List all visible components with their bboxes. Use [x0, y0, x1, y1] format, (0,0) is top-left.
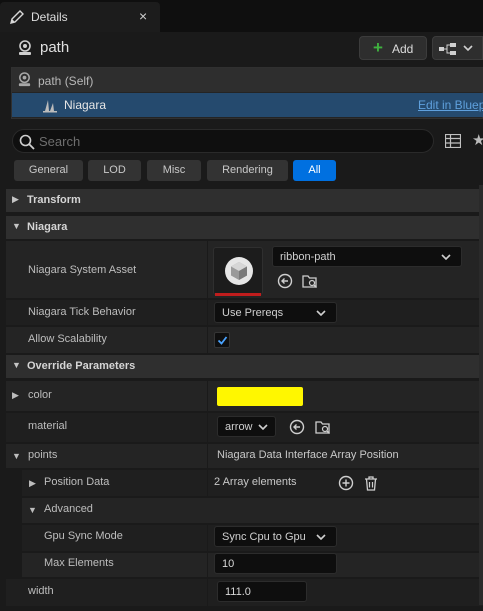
- search-icon: [19, 134, 35, 150]
- scrollbar[interactable]: [479, 185, 483, 605]
- tree-item-niagara-label: Niagara: [64, 98, 107, 112]
- column-divider: [207, 578, 208, 606]
- search-box[interactable]: [12, 129, 434, 153]
- system-asset-value: ribbon-path: [280, 251, 336, 263]
- gpu-sync-value: Sync Cpu to Gpu: [222, 531, 306, 543]
- system-asset-dropdown[interactable]: ribbon-path: [272, 246, 462, 267]
- trash-icon[interactable]: [363, 475, 379, 491]
- plus-icon: +: [373, 38, 383, 57]
- filter-misc[interactable]: Misc: [147, 160, 201, 181]
- close-icon[interactable]: ×: [139, 8, 147, 24]
- actor-icon: [18, 72, 31, 87]
- material-value: arrow: [225, 421, 253, 433]
- filter-rendering[interactable]: Rendering: [207, 160, 288, 181]
- search-input[interactable]: [39, 132, 419, 150]
- asset-thumbnail[interactable]: [213, 247, 263, 295]
- pencil-icon: [10, 10, 24, 24]
- filter-lod[interactable]: LOD: [88, 160, 141, 181]
- allow-scalability-label: Allow Scalability: [28, 333, 107, 345]
- section-niagara[interactable]: ▼ Niagara: [6, 215, 483, 239]
- checkmark-icon: [217, 336, 228, 345]
- width-value: 111.0: [225, 586, 251, 598]
- collapse-arrow-icon[interactable]: ▼: [12, 451, 21, 461]
- gpu-sync-dropdown[interactable]: Sync Cpu to Gpu: [214, 526, 337, 547]
- chevron-down-icon: [316, 534, 326, 540]
- collapse-arrow-icon[interactable]: ▼: [28, 505, 37, 515]
- advanced-label: Advanced: [44, 503, 93, 515]
- max-elements-input[interactable]: 10: [214, 553, 337, 574]
- column-divider: [207, 443, 208, 468]
- width-input[interactable]: 111.0: [217, 581, 307, 602]
- add-element-icon[interactable]: [338, 475, 354, 491]
- tick-behavior-dropdown[interactable]: Use Prereqs: [214, 302, 337, 323]
- tab-title: Details: [31, 10, 68, 24]
- blueprint-options-button[interactable]: [432, 36, 483, 60]
- material-dropdown[interactable]: arrow: [217, 416, 276, 437]
- section-transform[interactable]: ▶ Transform: [6, 188, 483, 212]
- actor-name: path: [40, 39, 70, 56]
- use-selected-asset-icon[interactable]: [277, 273, 293, 289]
- edit-in-blueprint-link[interactable]: Edit in Bluep: [418, 98, 483, 112]
- column-divider: [207, 380, 208, 411]
- section-override-parameters[interactable]: ▼ Override Parameters: [6, 354, 483, 378]
- details-tab[interactable]: Details ×: [0, 2, 160, 32]
- system-asset-label: Niagara System Asset: [28, 264, 137, 276]
- add-button-label: Add: [392, 42, 414, 56]
- column-divider: [207, 240, 208, 298]
- niagara-component-icon: [43, 100, 57, 113]
- position-data-value: 2 Array elements: [214, 476, 297, 488]
- color-label: color: [28, 389, 52, 401]
- add-component-button[interactable]: + Add: [359, 36, 427, 60]
- filter-all[interactable]: All: [293, 160, 336, 181]
- chevron-down-icon: [463, 45, 473, 52]
- collapse-arrow-icon: ▼: [12, 221, 21, 231]
- tick-behavior-label: Niagara Tick Behavior: [28, 306, 136, 318]
- column-divider: [207, 552, 208, 577]
- column-divider: [207, 412, 208, 442]
- use-selected-asset-icon[interactable]: [289, 419, 305, 435]
- tree-item-self-label: path (Self): [38, 74, 94, 88]
- section-override-label: Override Parameters: [27, 360, 136, 372]
- max-elements-value: 10: [222, 558, 235, 570]
- blueprint-options-icon: [439, 43, 456, 55]
- chevron-down-icon: [258, 424, 268, 430]
- allow-scalability-checkbox[interactable]: [214, 332, 230, 348]
- expand-arrow-icon[interactable]: ▶: [12, 390, 19, 401]
- column-divider: [207, 524, 208, 551]
- section-niagara-label: Niagara: [27, 221, 68, 233]
- browse-asset-icon[interactable]: [315, 419, 331, 435]
- column-divider: [207, 326, 208, 353]
- collapse-arrow-icon: ▼: [12, 360, 21, 370]
- material-label: material: [28, 420, 68, 432]
- tick-behavior-value: Use Prereqs: [222, 307, 284, 319]
- expand-arrow-icon[interactable]: ▶: [29, 478, 36, 489]
- filter-general[interactable]: General: [14, 160, 83, 181]
- browse-asset-icon[interactable]: [302, 273, 318, 289]
- expand-arrow-icon: ▶: [12, 194, 19, 204]
- points-label: points: [28, 449, 58, 461]
- width-label: width: [28, 585, 54, 597]
- column-divider: [207, 469, 208, 496]
- color-swatch[interactable]: [217, 387, 303, 406]
- asset-type-bar: [215, 293, 261, 296]
- section-transform-label: Transform: [27, 194, 81, 206]
- position-data-label: Position Data: [44, 476, 110, 488]
- table-view-icon[interactable]: [445, 134, 461, 148]
- max-elements-label: Max Elements: [44, 557, 114, 569]
- column-divider: [207, 299, 208, 325]
- points-value: Niagara Data Interface Array Position: [217, 449, 399, 461]
- chevron-down-icon: [441, 254, 451, 260]
- niagara-system-icon: [225, 257, 253, 285]
- actor-icon: [19, 40, 31, 55]
- gpu-sync-label: Gpu Sync Mode: [44, 530, 123, 542]
- chevron-down-icon: [316, 310, 326, 316]
- star-icon[interactable]: ★: [472, 131, 483, 149]
